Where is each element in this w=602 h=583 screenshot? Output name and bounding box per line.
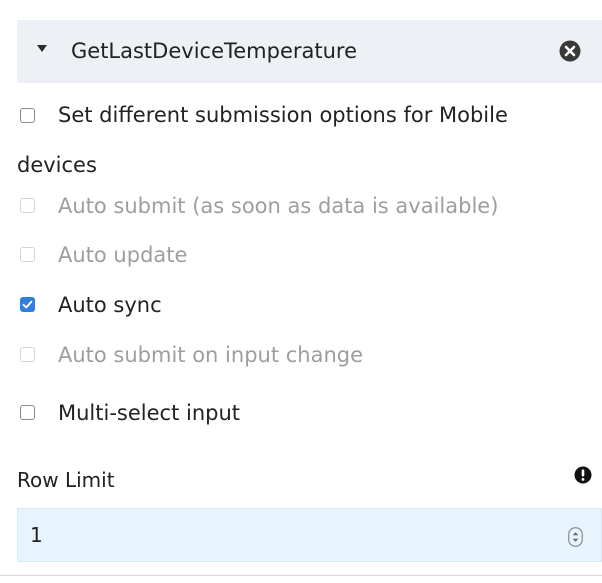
close-icon[interactable] [559,40,581,62]
multi-select-checkbox[interactable] [20,405,35,420]
checkmark-icon [22,300,33,309]
row-limit-input[interactable] [30,521,550,549]
auto-submit-label: Auto submit (as soon as data is availabl… [58,194,499,218]
auto-sync-label: Auto sync [58,293,162,317]
auto-update-checkbox [20,247,35,262]
warning-icon [574,466,592,484]
caret-down-icon[interactable] [37,45,47,52]
panel-header[interactable]: GetLastDeviceTemperature [17,20,602,83]
mobile-options-label: Set different submission options for Mob… [17,103,508,177]
auto-submit-input-checkbox [20,347,35,362]
up-down-spinner-icon[interactable] [568,527,583,547]
auto-sync-option[interactable]: Auto sync [17,288,602,322]
auto-submit-input-label: Auto submit on input change [58,343,364,367]
multi-select-option[interactable]: Multi-select input [17,396,602,430]
mobile-options-option[interactable]: Set different submission options for Mob… [17,90,602,190]
panel-title: GetLastDeviceTemperature [71,39,358,63]
row-limit-label: Row Limit [17,468,115,492]
auto-sync-checkbox[interactable] [20,297,35,312]
auto-submit-option: Auto submit (as soon as data is availabl… [17,189,602,223]
divider [0,575,602,576]
auto-submit-checkbox [20,198,35,213]
auto-update-label: Auto update [58,243,188,267]
auto-submit-input-option: Auto submit on input change [17,338,602,372]
row-limit-field[interactable] [17,508,602,562]
auto-update-option: Auto update [17,238,602,272]
multi-select-label: Multi-select input [58,401,240,425]
